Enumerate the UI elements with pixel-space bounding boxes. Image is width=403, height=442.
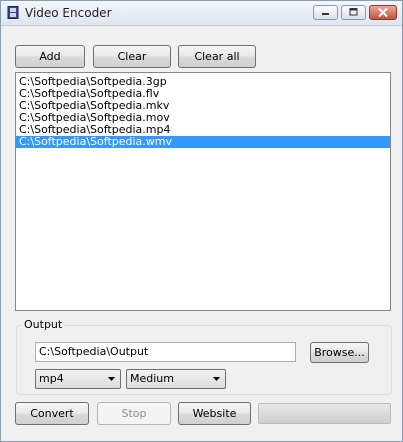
- website-button[interactable]: Website: [178, 402, 251, 425]
- conversion-progress-bar: [258, 403, 391, 424]
- quality-select-value: Medium: [130, 372, 174, 385]
- app-window: Video Encoder Add Clear Clear all C:\Sof…: [0, 0, 403, 442]
- clear-all-button[interactable]: Clear all: [178, 45, 256, 68]
- quality-select[interactable]: Medium: [126, 369, 226, 389]
- output-folder-field[interactable]: C:\Softpedia\Output: [35, 342, 296, 362]
- maximize-icon: [349, 8, 358, 16]
- minimize-button[interactable]: [313, 5, 338, 20]
- minimize-icon: [322, 13, 329, 15]
- convert-button[interactable]: Convert: [15, 402, 89, 425]
- format-select[interactable]: mp4: [35, 369, 121, 389]
- film-icon: [7, 6, 19, 19]
- file-list-item[interactable]: C:\Softpedia\Softpedia.wmv: [16, 136, 390, 148]
- add-button[interactable]: Add: [15, 45, 85, 68]
- close-button[interactable]: [369, 5, 397, 20]
- maximize-button[interactable]: [341, 5, 366, 20]
- chevron-down-icon: [213, 377, 220, 381]
- chevron-down-icon: [108, 377, 115, 381]
- format-select-value: mp4: [39, 372, 64, 385]
- window-title: Video Encoder: [25, 6, 112, 20]
- browse-button[interactable]: Browse...: [310, 342, 369, 363]
- clear-button[interactable]: Clear: [93, 45, 171, 68]
- stop-button[interactable]: Stop: [97, 402, 171, 425]
- output-group-label: Output: [22, 318, 65, 331]
- file-list[interactable]: C:\Softpedia\Softpedia.3gp C:\Softpedia\S…: [15, 72, 391, 311]
- close-icon: [378, 8, 388, 17]
- title-bar[interactable]: Video Encoder: [1, 1, 402, 26]
